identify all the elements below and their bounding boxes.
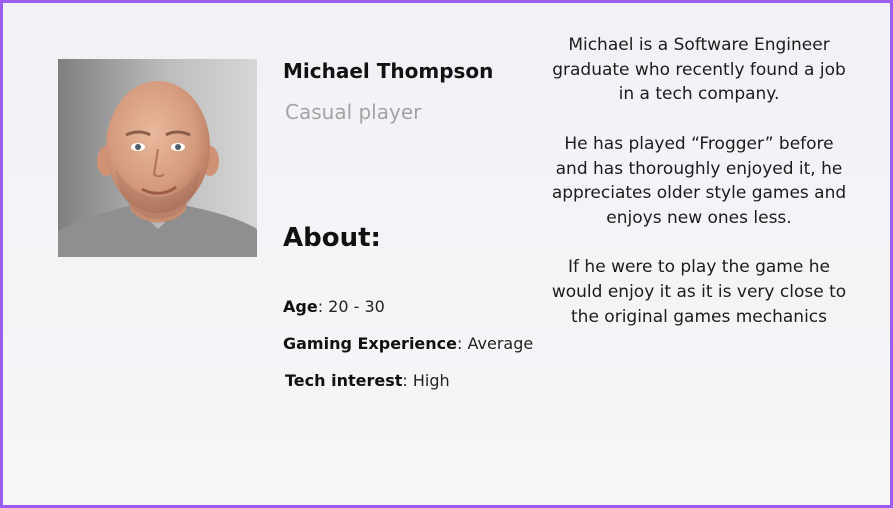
persona-name: Michael Thompson xyxy=(283,59,494,83)
profile-photo xyxy=(58,59,257,257)
persona-card: Michael Thompson Casual player About: Ag… xyxy=(0,0,893,508)
attribute-age-value: 20 - 30 xyxy=(323,297,385,316)
about-heading: About: xyxy=(283,223,381,253)
bio-paragraph: Michael is a Software Engineer graduate … xyxy=(552,35,846,105)
attribute-tech-interest: Tech interest: High xyxy=(285,371,450,390)
attribute-age-label: Age xyxy=(283,297,318,316)
attribute-gaming-experience: Gaming Experience: Average xyxy=(283,334,533,353)
attribute-tech-interest-value: High xyxy=(407,371,450,390)
persona-role: Casual player xyxy=(285,100,422,124)
persona-bio: Michael is a Software Engineer graduate … xyxy=(551,33,847,354)
bio-paragraph: He has played “Frogger” before and has t… xyxy=(551,133,847,228)
attribute-gaming-experience-label: Gaming Experience xyxy=(283,334,458,353)
bio-paragraph: If he were to play the game he would enj… xyxy=(551,257,847,327)
attribute-age: Age: 20 - 30 xyxy=(283,297,385,316)
attribute-tech-interest-label: Tech interest xyxy=(285,371,403,390)
attribute-gaming-experience-value: Average xyxy=(462,334,534,353)
person-portrait-image xyxy=(58,59,257,257)
